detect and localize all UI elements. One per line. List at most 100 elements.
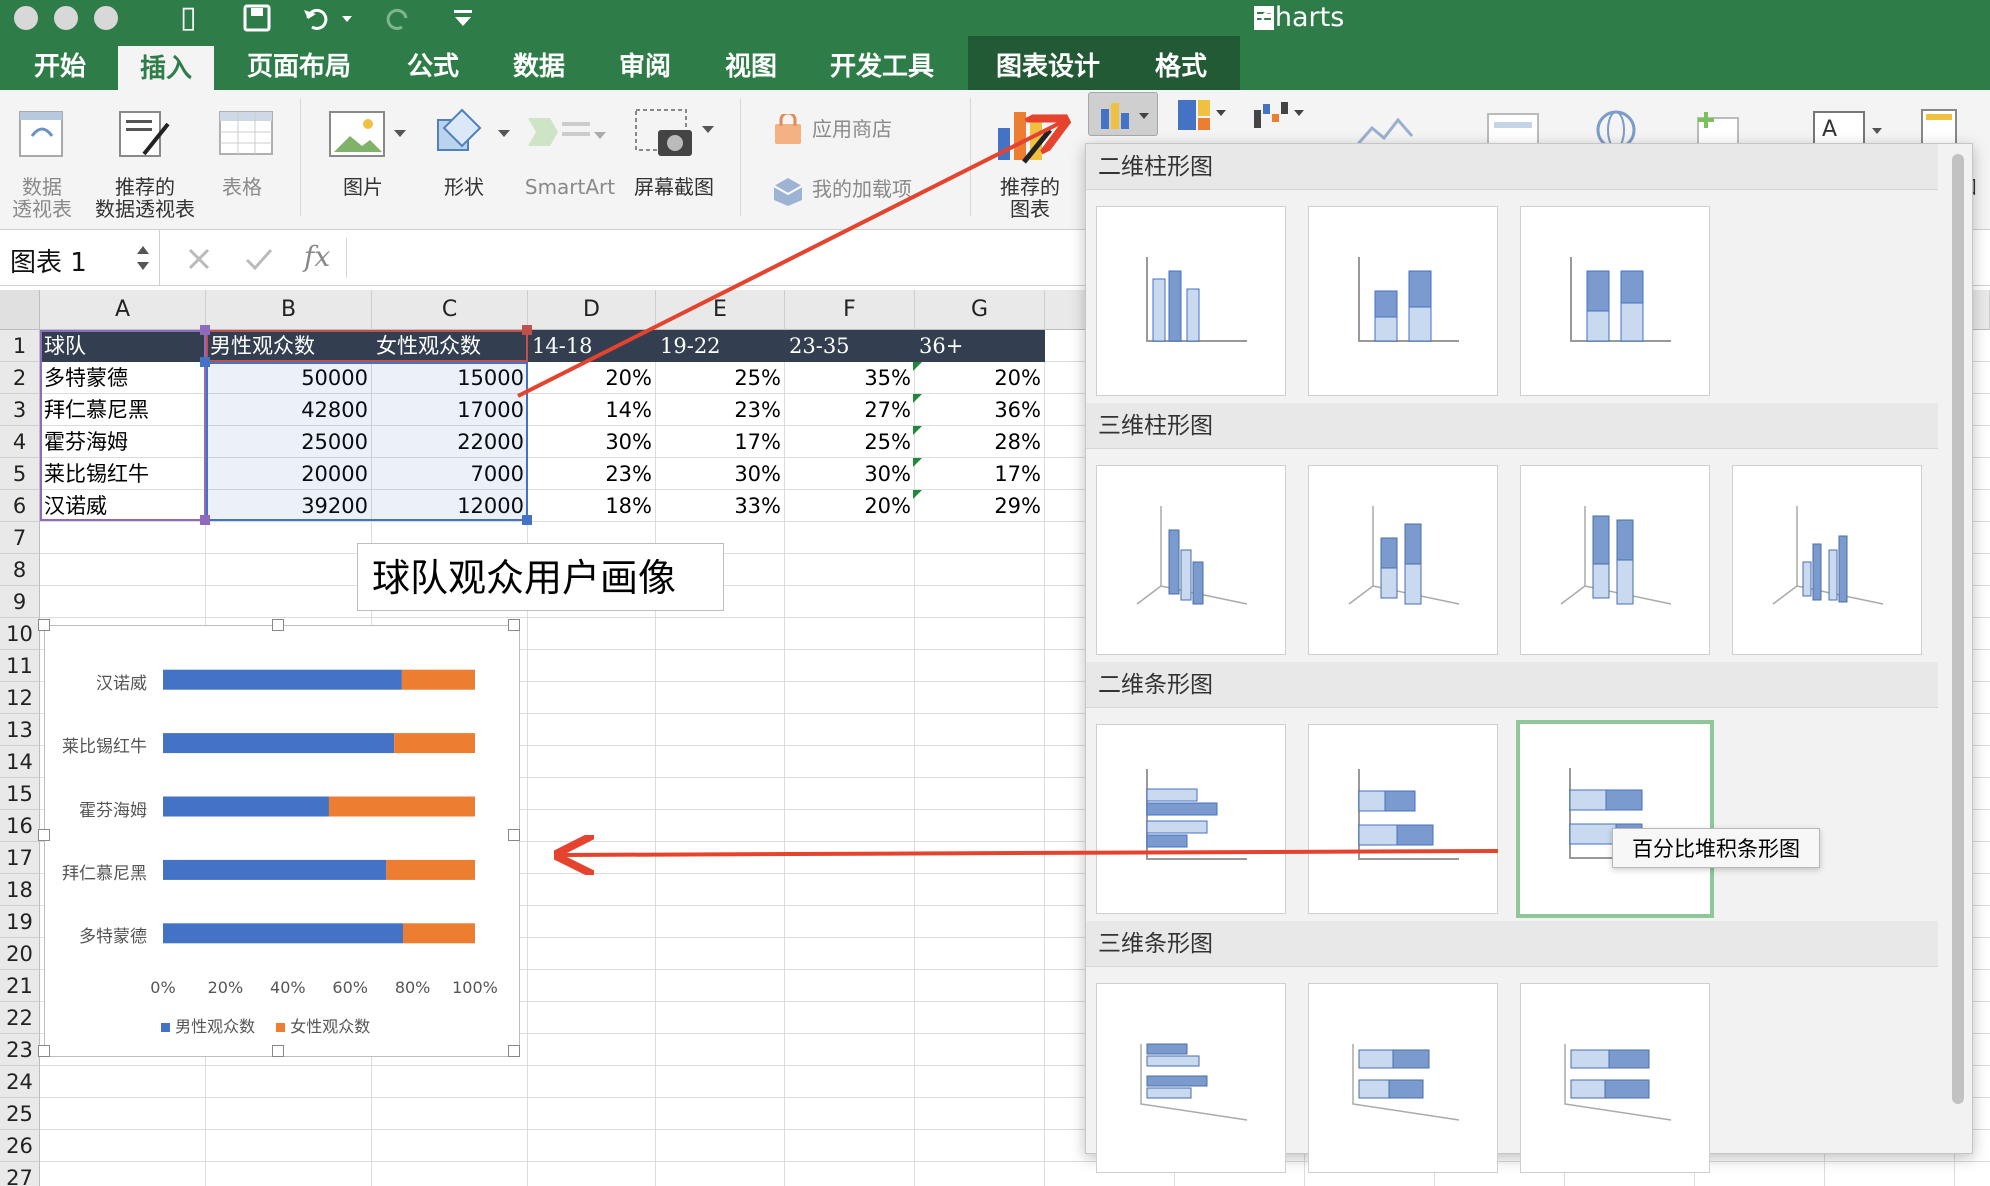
store-label[interactable]: 应用商店 xyxy=(812,118,892,140)
pivot-table-icon[interactable] xyxy=(18,108,66,160)
name-box-stepper-icon[interactable] xyxy=(134,242,152,274)
smartart-icon[interactable] xyxy=(526,112,608,156)
row-header-2[interactable]: 2 xyxy=(0,362,40,394)
row-header-13[interactable]: 13 xyxy=(0,714,40,746)
name-box[interactable]: 图表 1 xyxy=(0,230,160,286)
column-header-b[interactable]: B xyxy=(206,290,372,330)
zoom-window-button[interactable] xyxy=(94,6,118,30)
cell-c2[interactable]: 15000 xyxy=(372,362,528,394)
tab-data[interactable]: 数据 xyxy=(494,44,584,90)
bar-female-4[interactable] xyxy=(403,923,475,944)
recommended-pivot-icon[interactable] xyxy=(118,108,172,160)
cell-g3[interactable]: 36% xyxy=(915,394,1045,426)
cell-d6[interactable]: 18% xyxy=(528,490,656,522)
bar-female-1[interactable] xyxy=(394,733,475,754)
3d-percent-stacked-bar-tile[interactable] xyxy=(1520,983,1710,1173)
recommended-charts-label[interactable]: 推荐的 图表 xyxy=(990,176,1070,220)
row-header-5[interactable]: 5 xyxy=(0,458,40,490)
cell-c3[interactable]: 17000 xyxy=(372,394,528,426)
bar-female-2[interactable] xyxy=(328,796,475,817)
chart-resize-handle[interactable] xyxy=(508,829,520,841)
bar-male-0[interactable] xyxy=(163,669,402,690)
cell-e5[interactable]: 30% xyxy=(656,458,785,490)
recommended-pivot-label[interactable]: 推荐的 数据透视表 xyxy=(90,176,200,220)
cell-a6[interactable]: 汉诺威 xyxy=(40,490,206,522)
column-header-e[interactable]: E xyxy=(656,290,785,330)
row-header-8[interactable]: 8 xyxy=(0,554,40,586)
cell-f2[interactable]: 35% xyxy=(785,362,922,394)
row-header-25[interactable]: 25 xyxy=(0,1098,40,1130)
cell-b2[interactable]: 50000 xyxy=(206,362,372,394)
row-header-26[interactable]: 26 xyxy=(0,1130,40,1162)
undo-icon[interactable] xyxy=(302,4,352,32)
row-header-18[interactable]: 18 xyxy=(0,874,40,906)
table-label[interactable]: 表格 xyxy=(212,176,272,198)
cell-f6[interactable]: 20% xyxy=(785,490,922,522)
row-header-20[interactable]: 20 xyxy=(0,938,40,970)
stacked-bar-tile[interactable] xyxy=(1308,724,1498,914)
bar-male-1[interactable] xyxy=(163,733,395,754)
column-header-f[interactable]: F xyxy=(785,290,915,330)
cell-a1[interactable]: 球队 xyxy=(40,330,206,362)
cell-c5[interactable]: 7000 xyxy=(372,458,528,490)
stacked-column-tile[interactable] xyxy=(1308,206,1498,396)
cell-f4[interactable]: 25% xyxy=(785,426,922,458)
row-header-11[interactable]: 11 xyxy=(0,650,40,682)
cell-g2[interactable]: 20% xyxy=(915,362,1045,394)
row-header-14[interactable]: 14 xyxy=(0,746,40,778)
row-header-17[interactable]: 17 xyxy=(0,842,40,874)
row-header-6[interactable]: 6 xyxy=(0,490,40,522)
bar-male-4[interactable] xyxy=(163,923,403,944)
row-header-3[interactable]: 3 xyxy=(0,394,40,426)
tab-formulas[interactable]: 公式 xyxy=(388,44,478,90)
cell-e1[interactable]: 19-22 xyxy=(656,330,785,362)
tab-view[interactable]: 视图 xyxy=(706,44,796,90)
chart-resize-handle[interactable] xyxy=(272,619,284,631)
table-icon[interactable] xyxy=(218,110,274,158)
row-header-10[interactable]: 10 xyxy=(0,618,40,650)
column-header-c[interactable]: C xyxy=(372,290,528,330)
tab-format[interactable]: 格式 xyxy=(1136,44,1226,90)
function-icon[interactable]: fx xyxy=(304,240,330,273)
row-header-23[interactable]: 23 xyxy=(0,1034,40,1066)
cell-g6[interactable]: 29% xyxy=(915,490,1045,522)
row-header-12[interactable]: 12 xyxy=(0,682,40,714)
range-handle[interactable] xyxy=(522,325,532,335)
addins-icon[interactable] xyxy=(770,174,806,206)
cell-e2[interactable]: 25% xyxy=(656,362,785,394)
tab-home[interactable]: 开始 xyxy=(12,44,108,90)
screenshot-label[interactable]: 屏幕截图 xyxy=(630,176,718,198)
cell-c4[interactable]: 22000 xyxy=(372,426,528,458)
chart-resize-handle[interactable] xyxy=(508,1045,520,1057)
waterfall-chart-icon[interactable] xyxy=(1250,96,1306,136)
cell-f5[interactable]: 30% xyxy=(785,458,922,490)
enter-check-icon[interactable] xyxy=(244,246,274,272)
chart-resize-handle[interactable] xyxy=(38,1045,50,1057)
recommended-charts-icon[interactable] xyxy=(994,104,1062,164)
customize-toolbar-icon[interactable] xyxy=(452,8,474,28)
3d-percent-stacked-column-tile[interactable] xyxy=(1520,465,1710,655)
cell-a3[interactable]: 拜仁慕尼黑 xyxy=(40,394,206,426)
row-header-1[interactable]: 1 xyxy=(0,330,40,362)
range-handle[interactable] xyxy=(200,515,210,525)
close-window-button[interactable] xyxy=(14,6,38,30)
cell-f1[interactable]: 23-35 xyxy=(785,330,915,362)
column-header-d[interactable]: D xyxy=(528,290,656,330)
column-header-a[interactable]: A xyxy=(40,290,206,330)
cell-d3[interactable]: 14% xyxy=(528,394,656,426)
hierarchy-chart-icon[interactable] xyxy=(1174,96,1228,136)
shapes-label[interactable]: 形状 xyxy=(434,176,494,198)
chart-resize-handle[interactable] xyxy=(38,619,50,631)
cell-g4[interactable]: 28% xyxy=(915,426,1045,458)
percent-stacked-bar-chart[interactable]: 汉诺威 莱比锡红牛 霍芬海姆 拜仁慕尼黑 多特蒙德 0% 20% 40% 60% 80% 100% … xyxy=(44,625,520,1057)
shapes-icon[interactable] xyxy=(432,104,512,160)
cell-b1[interactable]: 男性观众数 xyxy=(206,330,372,362)
bar-male-2[interactable] xyxy=(163,796,329,817)
3d-clustered-bar-tile[interactable] xyxy=(1096,983,1286,1173)
chart-resize-handle[interactable] xyxy=(38,829,50,841)
cell-c6[interactable]: 12000 xyxy=(372,490,528,522)
range-handle[interactable] xyxy=(200,325,210,335)
tab-chart-design[interactable]: 图表设计 xyxy=(978,44,1118,90)
store-icon[interactable] xyxy=(772,114,806,146)
row-header-15[interactable]: 15 xyxy=(0,778,40,810)
